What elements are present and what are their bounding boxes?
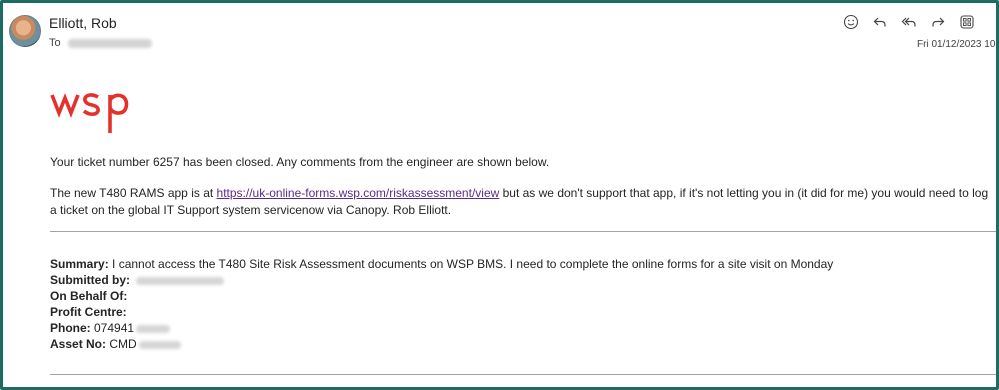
phone-value: 074941: [90, 321, 135, 335]
phone-label: Phone:: [50, 321, 91, 335]
divider: [50, 231, 996, 232]
on-behalf-of-label: On Behalf Of:: [50, 289, 128, 303]
engineer-comment: The new T480 RAMS app is at https://uk-o…: [50, 185, 995, 219]
divider: [50, 374, 996, 375]
email-window: Elliott, Rob To Fri 01/12/2023 10:1 Your…: [0, 0, 999, 390]
emoji-react-icon[interactable]: [840, 11, 862, 33]
submitted-by-row: Submitted by:: [50, 272, 833, 288]
summary-row: Summary: I cannot access the T480 Site R…: [50, 256, 833, 272]
ticket-closed-text: Your ticket number 6257 has been closed.…: [50, 155, 550, 169]
submitted-by-redacted: [136, 276, 224, 285]
profit-centre-row: Profit Centre:: [50, 304, 833, 320]
asset-no-label: Asset No:: [50, 337, 107, 351]
ticket-details: Summary: I cannot access the T480 Site R…: [50, 256, 833, 352]
on-behalf-of-row: On Behalf Of:: [50, 288, 833, 304]
forward-icon[interactable]: [927, 11, 949, 33]
message-actions: [840, 11, 978, 33]
sender-avatar[interactable]: [9, 15, 41, 47]
wsp-logo: [50, 91, 132, 140]
phone-row: Phone: 074941: [50, 320, 833, 336]
message-date: Fri 01/12/2023 10:1: [917, 39, 999, 50]
reply-all-icon[interactable]: [898, 11, 920, 33]
summary-label: Summary:: [50, 257, 109, 271]
asset-no-row: Asset No: CMD: [50, 336, 833, 352]
asset-no-value: CMD: [106, 337, 137, 351]
recipient-row: To: [49, 37, 152, 49]
asset-no-redacted: [138, 340, 181, 349]
recipient-redacted: [67, 38, 152, 48]
reply-icon[interactable]: [869, 11, 891, 33]
risk-assessment-link[interactable]: https://uk-online-forms.wsp.com/riskasse…: [217, 186, 500, 200]
sender-name[interactable]: Elliott, Rob: [49, 15, 117, 31]
comment-prefix: The new T480 RAMS app is at: [50, 186, 217, 200]
to-label: To: [49, 37, 61, 49]
submitted-by-label: Submitted by:: [50, 273, 130, 287]
phone-redacted: [136, 324, 171, 333]
summary-value: I cannot access the T480 Site Risk Asses…: [108, 257, 834, 271]
profit-centre-label: Profit Centre:: [50, 305, 127, 319]
apps-icon[interactable]: [956, 11, 978, 33]
